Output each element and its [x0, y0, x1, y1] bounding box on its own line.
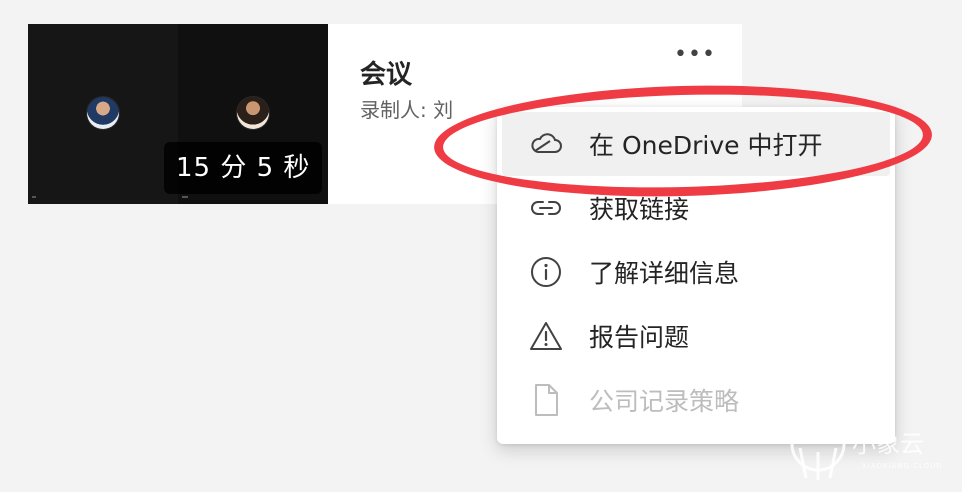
participant-avatar-2	[237, 97, 269, 129]
recording-thumbnail[interactable]: 15 分 5 秒	[28, 24, 328, 204]
participant-tile-1	[28, 24, 178, 204]
menu-item-get-link[interactable]: 获取链接	[502, 176, 890, 240]
info-icon	[529, 255, 563, 289]
svg-text:XIAOXIANG CLOUD: XIAOXIANG CLOUD	[862, 462, 943, 470]
cloud-icon	[529, 127, 563, 161]
context-menu: 在 OneDrive 中打开 获取链接 了解详细信息 报告问题 公司记录策略	[497, 107, 895, 444]
tile-indicator-1	[32, 196, 36, 198]
menu-item-label: 了解详细信息	[589, 259, 740, 288]
more-options-button[interactable]: •••	[674, 44, 715, 72]
recording-title: 会议	[360, 60, 413, 90]
participant-avatar-1	[87, 97, 119, 129]
menu-item-report-problem[interactable]: 报告问题	[502, 304, 890, 368]
menu-item-label: 公司记录策略	[589, 387, 740, 416]
duration-badge: 15 分 5 秒	[164, 142, 323, 194]
menu-item-records-policy: 公司记录策略	[502, 368, 890, 432]
recorder-label: 录制人: 刘	[360, 98, 454, 122]
menu-item-label: 在 OneDrive 中打开	[589, 131, 823, 160]
tile-indicator-2	[182, 196, 188, 198]
menu-item-open-in-onedrive[interactable]: 在 OneDrive 中打开	[502, 112, 890, 176]
document-icon	[529, 383, 563, 417]
link-icon	[529, 191, 563, 225]
menu-item-label: 报告问题	[589, 323, 690, 352]
menu-item-label: 获取链接	[589, 195, 690, 224]
warning-icon	[529, 319, 563, 353]
menu-item-learn-details[interactable]: 了解详细信息	[502, 240, 890, 304]
